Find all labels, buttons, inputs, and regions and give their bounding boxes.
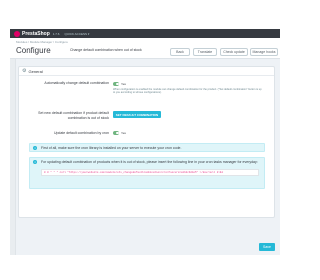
page-title: Configure — [16, 46, 51, 55]
auto-change-label: Automatically change default combination — [44, 81, 109, 85]
page-subtitle: Change default combination when out of s… — [70, 48, 142, 52]
info-icon: i — [33, 160, 37, 164]
check-update-button[interactable]: Check update — [220, 48, 248, 56]
side-nav — [10, 59, 16, 255]
top-bar: PrestaShop 1.7.6 QUICK ACCESS ▾ — [10, 29, 280, 38]
back-button[interactable]: Back — [170, 48, 190, 56]
cron-command-code[interactable]: 0 0 * * * curl "https://yourwebsite.com/… — [41, 169, 259, 177]
app-logo-text: PrestaShop — [22, 30, 50, 37]
cron-command-alert: i For updating default combination of pr… — [29, 157, 265, 189]
auto-change-help: When configuration is enabled the module… — [113, 88, 262, 95]
manage-hooks-button[interactable]: Manage hooks — [250, 48, 278, 56]
cron-command-instructions: For updating default combination of prod… — [41, 160, 258, 164]
info-icon: i — [33, 146, 37, 150]
page-header: Modules / Module Manager / Configure Con… — [10, 38, 280, 59]
general-panel: ⚙ General Automatically change default c… — [18, 66, 275, 218]
admin-screen: PrestaShop 1.7.6 QUICK ACCESS ▾ Modules … — [10, 29, 280, 255]
translate-button[interactable]: Translate — [193, 48, 217, 56]
cron-info-text: First of all, make sure the cron library… — [41, 146, 182, 150]
auto-change-toggle-label: Yes — [121, 82, 126, 86]
auto-change-toggle[interactable] — [113, 82, 119, 86]
cron-update-label: Update default combination by cron — [53, 131, 109, 135]
cron-update-toggle[interactable] — [113, 131, 119, 135]
set-default-combination-button[interactable]: SET DEFAULT COMBINATION — [113, 111, 161, 118]
set-default-label: Set new default combination if product d… — [38, 111, 109, 120]
save-button[interactable]: Save — [259, 243, 275, 251]
panel-title: General — [28, 68, 43, 74]
quick-access-menu[interactable]: QUICK ACCESS ▾ — [64, 32, 89, 36]
cron-update-toggle-label: Yes — [121, 131, 126, 135]
cron-info-alert: i First of all, make sure the cron libra… — [29, 143, 265, 152]
breadcrumb[interactable]: Modules / Module Manager / Configure — [16, 40, 68, 44]
gear-icon: ⚙ — [22, 67, 27, 74]
prestashop-logo-icon — [14, 30, 20, 37]
app-version: 1.7.6 — [52, 31, 60, 36]
panel-header: ⚙ General — [19, 67, 274, 76]
